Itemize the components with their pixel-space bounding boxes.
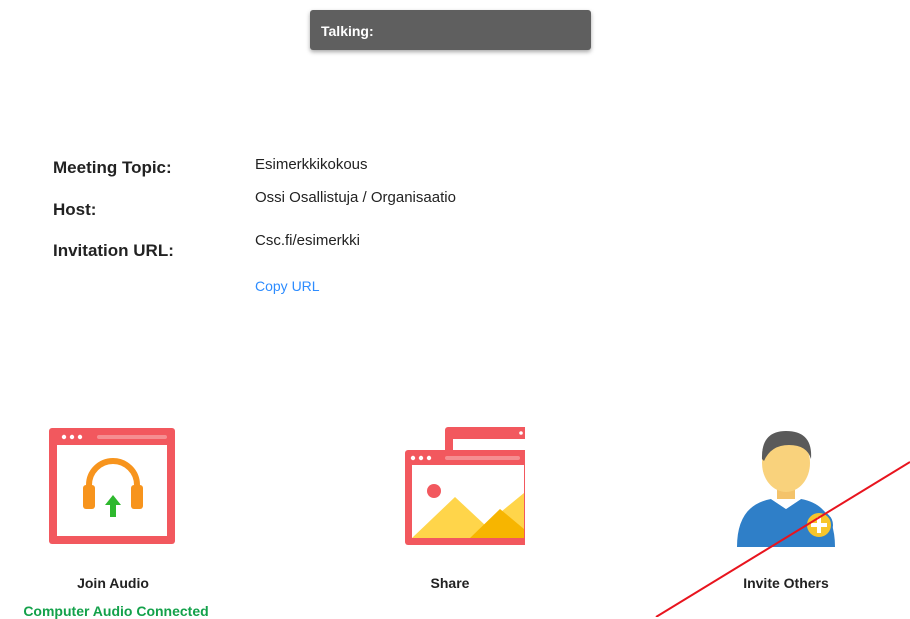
invitation-url-label: Invitation URL: — [53, 241, 174, 260]
meeting-topic-value: Esimerkkikokous — [255, 156, 368, 173]
talking-indicator: Talking: — [310, 10, 591, 50]
headphones-window-icon — [49, 428, 175, 544]
invite-others-button[interactable]: Invite Others — [686, 425, 886, 591]
share-label: Share — [430, 575, 470, 591]
share-screen-icon — [405, 427, 525, 545]
copy-url-link[interactable]: Copy URL — [255, 278, 320, 294]
host-label: Host: — [53, 200, 97, 219]
join-audio-label: Join Audio — [77, 575, 149, 591]
join-audio-button[interactable]: Join Audio — [13, 425, 213, 591]
host-value: Ossi Osallistuja / Organisaatio — [255, 189, 456, 206]
meeting-topic-label: Meeting Topic: — [53, 158, 172, 177]
invite-others-label: Invite Others — [743, 575, 829, 591]
share-button[interactable]: Share — [350, 425, 550, 591]
talking-label: Talking: — [321, 23, 374, 39]
invitation-url-value: Csc.fi/esimerkki — [255, 232, 361, 249]
invite-user-icon — [737, 431, 835, 547]
